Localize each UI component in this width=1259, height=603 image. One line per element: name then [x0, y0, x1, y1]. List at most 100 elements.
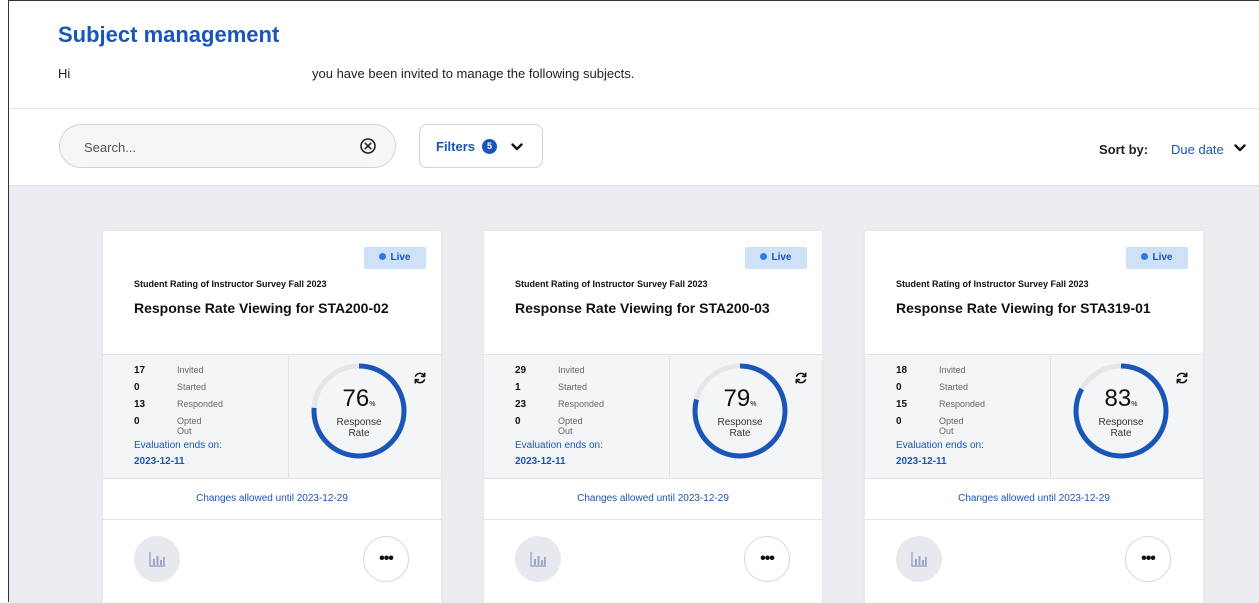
- x-circle-icon[interactable]: [359, 137, 377, 155]
- changes-allowed-link[interactable]: Changes allowed until 2023-12-29: [484, 479, 822, 520]
- stats-counts: 17 Invited 0 Started 13 Responded 0 Opted Ou…: [103, 355, 289, 478]
- stat-label: Responded: [939, 399, 986, 409]
- subject-card: Live Student Rating of Instructor Survey…: [484, 231, 822, 603]
- view-report-button[interactable]: [134, 536, 180, 582]
- stat-value: 0: [134, 416, 140, 427]
- status-label: Live: [771, 252, 792, 263]
- more-horizontal-icon: •••: [1141, 550, 1156, 567]
- more-options-button[interactable]: •••: [744, 536, 790, 582]
- stat-value: 0: [515, 416, 521, 427]
- status-label: Live: [390, 252, 411, 263]
- stat-value: 29: [515, 365, 527, 376]
- stat-label: Opted Out: [177, 416, 202, 436]
- gauge-label: Response Rate: [309, 417, 409, 439]
- stat-label: Responded: [177, 399, 224, 409]
- toolbar: Filters 5 Sort by: Due date: [9, 109, 1259, 186]
- stat-value: 17: [134, 365, 146, 376]
- chevron-down-icon[interactable]: [1233, 141, 1247, 155]
- sort-label: Sort by:: [1099, 142, 1149, 157]
- refresh-icon[interactable]: [1175, 371, 1189, 385]
- page-header: Subject management Hi you have been invi…: [9, 1, 1259, 109]
- page-title: Subject management: [58, 22, 280, 47]
- subject-card: Live Student Rating of Instructor Survey…: [103, 231, 441, 603]
- stat-value: 0: [134, 382, 140, 393]
- live-dot-icon: [760, 253, 768, 260]
- changes-allowed-link[interactable]: Changes allowed until 2023-12-29: [103, 479, 441, 520]
- more-options-button[interactable]: •••: [1125, 536, 1171, 582]
- rate-label-line1: Response: [336, 417, 382, 428]
- stat-label: Opted Out: [558, 416, 583, 436]
- status-badge: Live: [364, 247, 426, 269]
- stat-value: 15: [896, 399, 908, 410]
- greeting-message: you have been invited to manage the foll…: [312, 66, 635, 81]
- rate-label-line1: Response: [717, 417, 763, 428]
- sort-select[interactable]: Due date: [1171, 142, 1224, 157]
- stat-label: Invited: [939, 365, 966, 375]
- stats-panel: 29 Invited 1 Started 23 Responded 0 Opted Ou…: [484, 354, 822, 479]
- live-dot-icon: [1141, 253, 1149, 260]
- stats-panel: 18 Invited 0 Started 15 Responded 0 Opted Ou…: [865, 354, 1203, 479]
- response-rate-gauge: 79% Response Rate: [690, 361, 790, 461]
- evaluation-ends-date: 2023-12-11: [896, 456, 947, 467]
- rate-unit: %: [1131, 401, 1138, 408]
- changes-allowed-link[interactable]: Changes allowed until 2023-12-29: [865, 479, 1203, 520]
- stat-label: Invited: [558, 365, 585, 375]
- rate-number: 83: [1104, 385, 1132, 412]
- search-box: [59, 124, 396, 168]
- response-rate-gauge: 76% Response Rate: [309, 361, 409, 461]
- rate-label-line1: Response: [1098, 417, 1144, 428]
- rate-number: 79: [723, 385, 751, 412]
- rate-label-line2: Rate: [729, 428, 751, 439]
- filters-count-badge: 5: [482, 139, 497, 154]
- refresh-icon[interactable]: [413, 371, 427, 385]
- view-report-button[interactable]: [515, 536, 561, 582]
- evaluation-ends-label: Evaluation ends on:: [515, 440, 603, 451]
- bar-chart-icon: [911, 552, 927, 567]
- survey-name: Student Rating of Instructor Survey Fall…: [515, 279, 708, 289]
- bar-chart-icon: [149, 552, 165, 567]
- evaluation-ends-label: Evaluation ends on:: [896, 440, 984, 451]
- survey-name: Student Rating of Instructor Survey Fall…: [896, 279, 1089, 289]
- survey-name: Student Rating of Instructor Survey Fall…: [134, 279, 327, 289]
- status-badge: Live: [1126, 247, 1188, 269]
- stat-label: Started: [558, 382, 588, 392]
- rate-unit: %: [369, 401, 376, 408]
- card-title[interactable]: Response Rate Viewing for STA200-02: [134, 300, 389, 316]
- card-title[interactable]: Response Rate Viewing for STA319-01: [896, 300, 1151, 316]
- search-input[interactable]: [82, 136, 346, 158]
- subject-cards-area: Live Student Rating of Instructor Survey…: [9, 186, 1259, 603]
- stat-label: Responded: [558, 399, 605, 409]
- gauge-value: 83%: [1071, 385, 1171, 413]
- filters-button[interactable]: Filters 5: [419, 124, 543, 168]
- more-horizontal-icon: •••: [760, 550, 775, 567]
- stat-value: 0: [896, 382, 902, 393]
- stat-value: 23: [515, 399, 527, 410]
- evaluation-ends-label: Evaluation ends on:: [134, 440, 222, 451]
- bar-chart-icon: [530, 552, 546, 567]
- stat-value: 18: [896, 365, 908, 376]
- gauge-label: Response Rate: [690, 417, 790, 439]
- rate-number: 76: [342, 385, 370, 412]
- rate-unit: %: [750, 401, 757, 408]
- stat-label: Started: [177, 382, 207, 392]
- chevron-down-icon: [511, 143, 523, 151]
- refresh-icon[interactable]: [794, 371, 808, 385]
- stat-value: 0: [896, 416, 902, 427]
- more-options-button[interactable]: •••: [363, 536, 409, 582]
- app-frame: Subject management Hi you have been invi…: [8, 0, 1259, 603]
- stats-panel: 17 Invited 0 Started 13 Responded 0 Opted Ou…: [103, 354, 441, 479]
- status-badge: Live: [745, 247, 807, 269]
- greeting-hi: Hi: [58, 66, 71, 81]
- filters-label: Filters: [436, 139, 476, 154]
- view-report-button[interactable]: [896, 536, 942, 582]
- status-label: Live: [1152, 252, 1173, 263]
- rate-label-line2: Rate: [1110, 428, 1132, 439]
- evaluation-ends-date: 2023-12-11: [134, 456, 185, 467]
- gauge-value: 79%: [690, 385, 790, 413]
- response-rate-gauge: 83% Response Rate: [1071, 361, 1171, 461]
- gauge-value: 76%: [309, 385, 409, 413]
- evaluation-ends-date: 2023-12-11: [515, 456, 566, 467]
- card-title[interactable]: Response Rate Viewing for STA200-03: [515, 300, 770, 316]
- stats-counts: 29 Invited 1 Started 23 Responded 0 Opted Ou…: [484, 355, 670, 478]
- stat-label: Opted Out: [939, 416, 964, 436]
